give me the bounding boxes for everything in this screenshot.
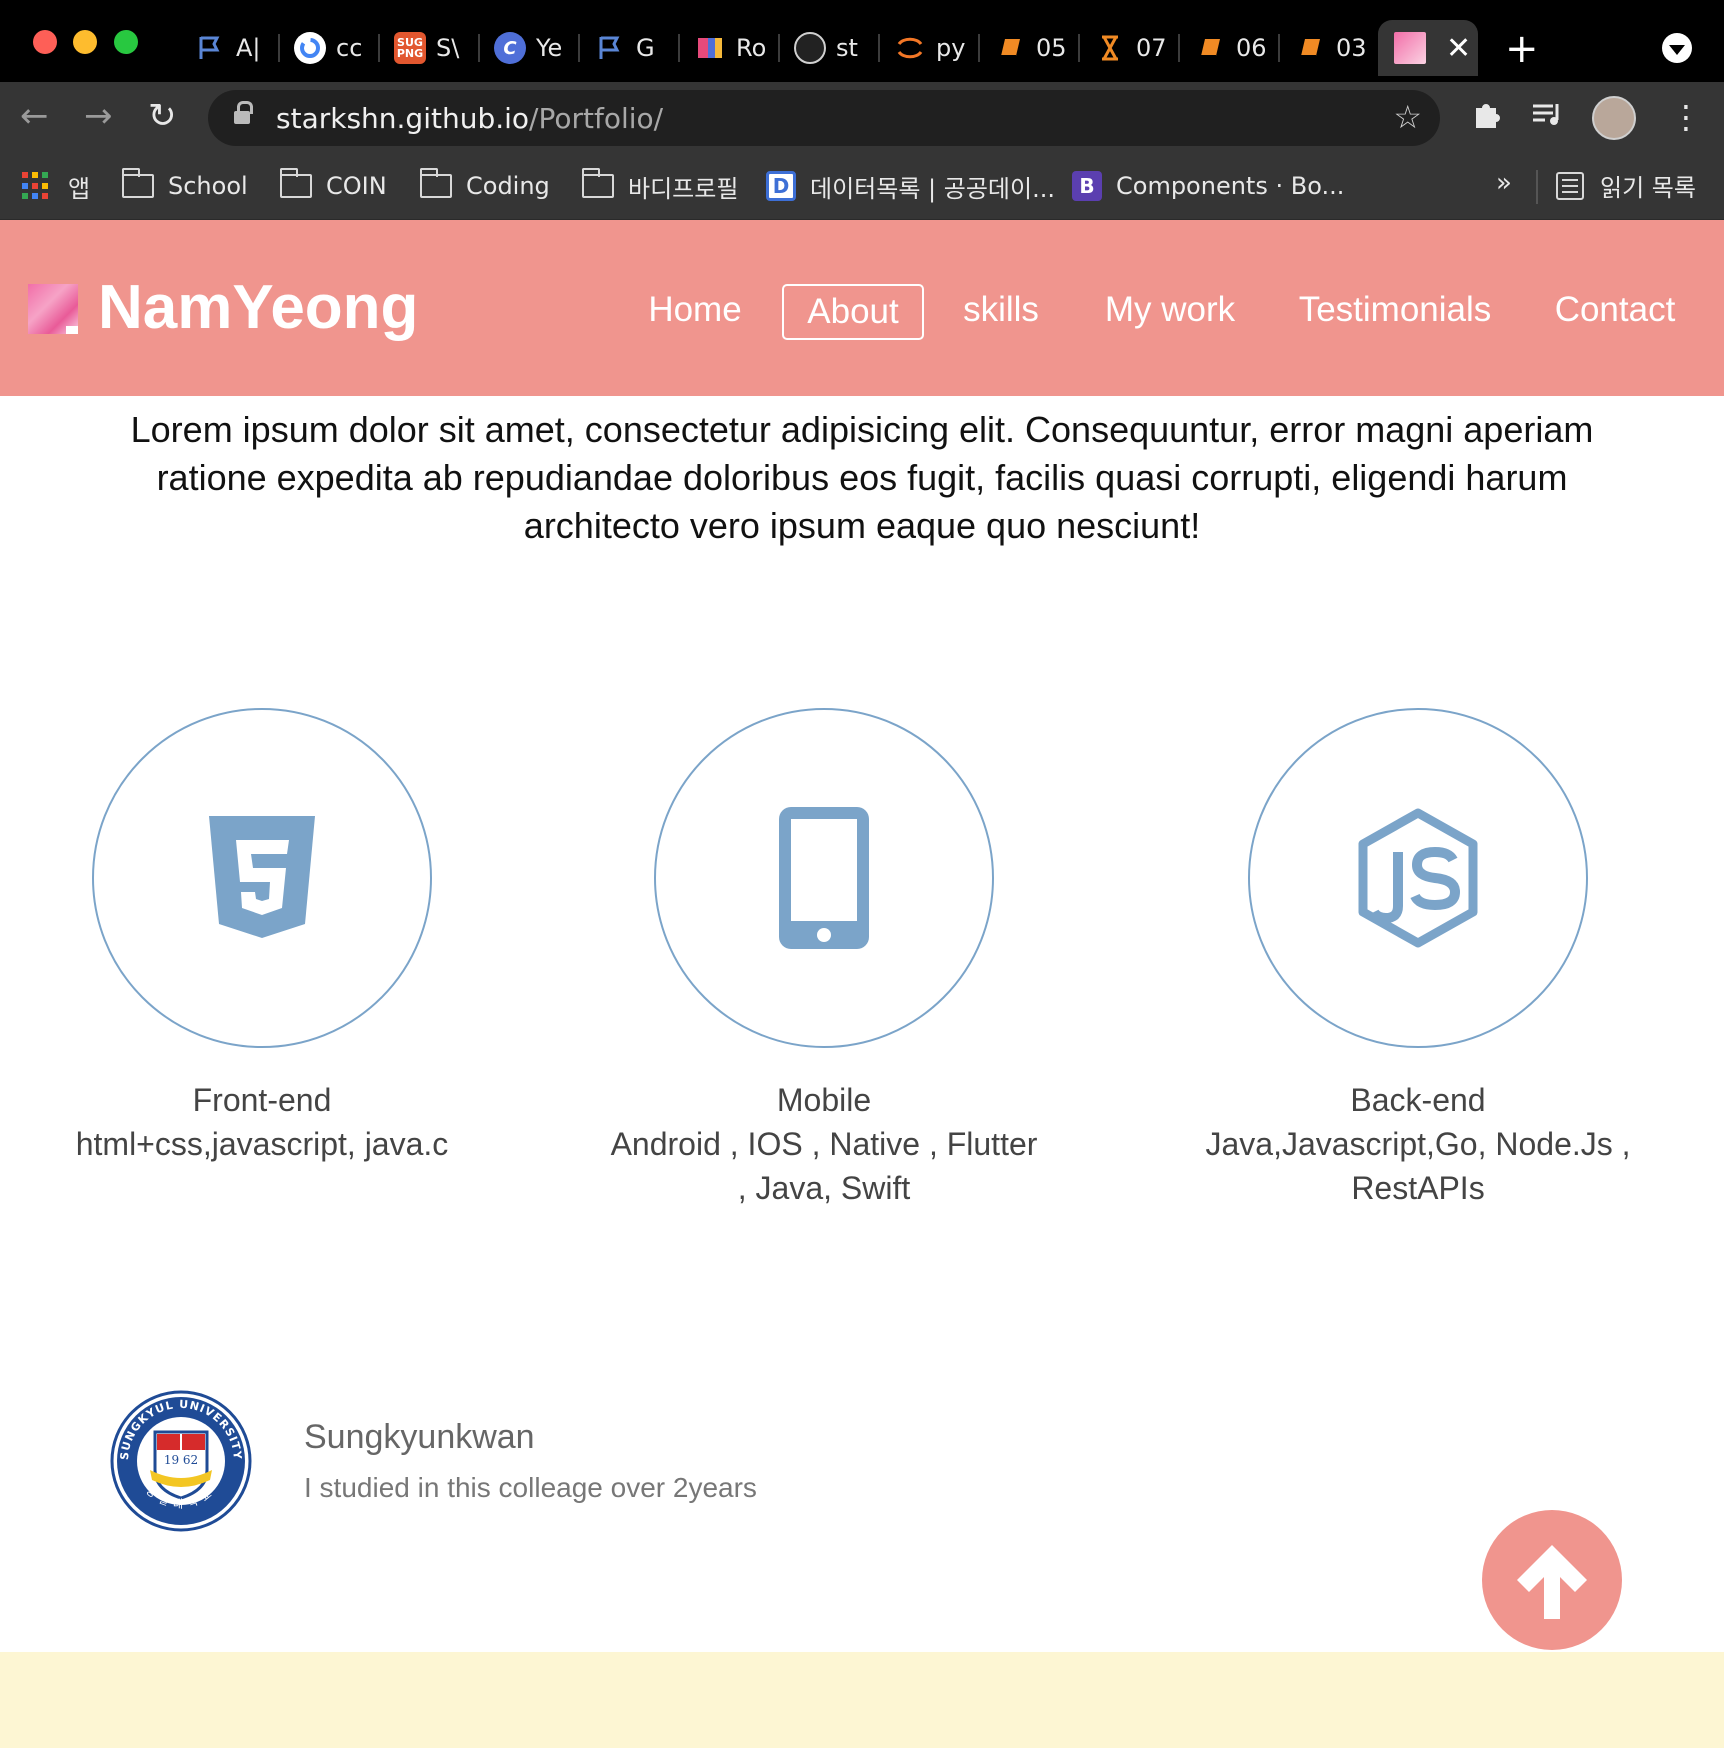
c-circle-icon: C: [494, 32, 526, 64]
skill-card-back-end: Back-end Java,Javascript,Go, Node.Js , R…: [1158, 708, 1678, 1210]
extensions-puzzle-icon[interactable]: [1470, 98, 1502, 138]
nav-my-work[interactable]: My work: [1090, 284, 1250, 340]
browser-tab[interactable]: 05: [978, 20, 1078, 76]
bookmark-site[interactable]: B Components · Bo...: [1072, 168, 1344, 204]
education-title: Sungkyunkwan: [304, 1418, 535, 1456]
web-page: NamYeong Home About skills My work Testi…: [0, 220, 1724, 1748]
reading-list-icon: [1556, 171, 1584, 200]
skill-title: Back-end: [1350, 1082, 1486, 1118]
skill-icon-circle: [92, 708, 432, 1048]
data-portal-icon: D: [766, 171, 796, 201]
close-window-button[interactable]: [33, 30, 57, 54]
browser-tab[interactable]: Ro: [678, 20, 778, 76]
tab-search-button[interactable]: [1662, 33, 1692, 63]
flag-icon: [594, 32, 626, 64]
scroll-to-top-button[interactable]: [1482, 1510, 1622, 1650]
address-bar[interactable]: starkshn.github.io/Portfolio/ ☆: [208, 90, 1440, 146]
arrow-up-icon: [1517, 1545, 1587, 1619]
folder-icon: [420, 168, 452, 198]
skill-description: html+css,javascript, java.c: [75, 1126, 449, 1162]
bookmark-folder[interactable]: COIN: [280, 168, 387, 204]
apps-grid-icon: [22, 172, 50, 200]
nodejs-icon: [1358, 808, 1478, 948]
bookmark-site[interactable]: D 데이터목록 | 공공데이...: [766, 168, 1055, 204]
browser-tab[interactable]: cc: [278, 20, 378, 76]
media-queue-icon[interactable]: [1530, 98, 1564, 138]
url-text: starkshn.github.io/Portfolio/: [276, 102, 664, 135]
book-icon: [1294, 32, 1326, 64]
bookmark-star-icon[interactable]: ☆: [1393, 98, 1422, 136]
bookmarks-bar: 앱 School COIN Coding 바디프로필 D 데이터목록 | 공공데이…: [0, 154, 1724, 220]
skill-icon-circle: [654, 708, 994, 1048]
folder-icon: [122, 168, 154, 198]
new-tab-button[interactable]: +: [1505, 26, 1539, 72]
browser-tab[interactable]: st: [778, 20, 878, 76]
bookmark-folder[interactable]: 바디프로필: [582, 168, 738, 204]
skill-title: Front-end: [192, 1082, 332, 1118]
site-header: NamYeong Home About skills My work Testi…: [0, 220, 1724, 396]
intro-paragraph: Lorem ipsum dolor sit amet, consectetur …: [130, 409, 1594, 546]
tab-strip: A| cc SUG PNG S\ C Ye G Ro st py 05 07 0…: [0, 0, 1724, 82]
browser-tab[interactable]: py: [878, 20, 978, 76]
reading-list-button[interactable]: 읽기 목록: [1556, 168, 1696, 203]
education-description: I studied in this colleage over 2years: [304, 1472, 757, 1503]
github-icon: [794, 32, 826, 64]
lock-icon: [234, 101, 253, 127]
active-browser-tab[interactable]: ✕: [1378, 20, 1478, 76]
svg-text:19 62: 19 62: [164, 1453, 198, 1467]
jupyter-icon: [894, 32, 926, 64]
reload-button[interactable]: ↻: [148, 96, 177, 136]
google-icon: [294, 32, 326, 64]
browser-tab[interactable]: SUG PNG S\: [378, 20, 478, 76]
nav-contact[interactable]: Contact: [1542, 284, 1688, 340]
university-seal-icon: 19 62 SUNGKYUL UNIVERSITY 성결대학교: [110, 1390, 252, 1532]
skill-card-front-end: Front-end html+css,javascript, java.c: [2, 708, 522, 1166]
brand-name[interactable]: NamYeong: [98, 272, 418, 343]
folder-icon: [280, 168, 312, 198]
skill-icon-circle: [1248, 708, 1588, 1048]
bookmark-folder[interactable]: Coding: [420, 168, 550, 204]
color-blocks-icon: [694, 32, 726, 64]
skill-title: Mobile: [776, 1082, 872, 1118]
maximize-window-button[interactable]: [114, 30, 138, 54]
nav-about[interactable]: About: [782, 284, 924, 340]
bookmark-folder[interactable]: School: [122, 168, 248, 204]
html5-icon: [209, 816, 315, 938]
bookmark-apps[interactable]: 앱: [22, 168, 90, 204]
flag-icon: [194, 32, 226, 64]
mobile-phone-icon: [779, 807, 869, 949]
nav-skills[interactable]: skills: [950, 284, 1052, 340]
browser-tab[interactable]: 07: [1078, 20, 1178, 76]
more-bookmarks-button[interactable]: »: [1496, 168, 1512, 198]
brand-logo-icon[interactable]: [28, 284, 78, 334]
minimize-window-button[interactable]: [73, 30, 97, 54]
hourglass-icon: [1094, 32, 1126, 64]
browser-tab[interactable]: A|: [178, 20, 278, 76]
browser-tab[interactable]: 06: [1178, 20, 1278, 76]
portfolio-logo-icon: [1394, 32, 1426, 64]
bootstrap-icon: B: [1072, 171, 1102, 201]
book-icon: [1194, 32, 1226, 64]
folder-icon: [582, 168, 614, 198]
close-tab-icon[interactable]: ✕: [1446, 31, 1471, 66]
skill-description: Java,Javascript,Go, Node.Js , RestAPIs: [1205, 1126, 1631, 1206]
profile-avatar[interactable]: [1592, 96, 1636, 140]
skill-description: Android , IOS , Native , Flutter , Java,…: [610, 1126, 1038, 1206]
nav-home[interactable]: Home: [636, 284, 754, 340]
nav-testimonials[interactable]: Testimonials: [1288, 284, 1502, 340]
browser-toolbar: ← → ↻ starkshn.github.io/Portfolio/ ☆ ⋮: [0, 82, 1724, 154]
back-button[interactable]: ←: [20, 96, 49, 136]
skill-card-mobile: Mobile Android , IOS , Native , Flutter …: [564, 708, 1084, 1210]
footer-band: [0, 1652, 1724, 1748]
browser-menu-icon[interactable]: ⋮: [1670, 98, 1702, 136]
browser-tab[interactable]: C Ye: [478, 20, 578, 76]
book-icon: [994, 32, 1026, 64]
sug-png-icon: SUG PNG: [394, 32, 426, 64]
forward-button[interactable]: →: [84, 96, 113, 136]
browser-tab[interactable]: G: [578, 20, 678, 76]
browser-tab[interactable]: 03: [1278, 20, 1378, 76]
